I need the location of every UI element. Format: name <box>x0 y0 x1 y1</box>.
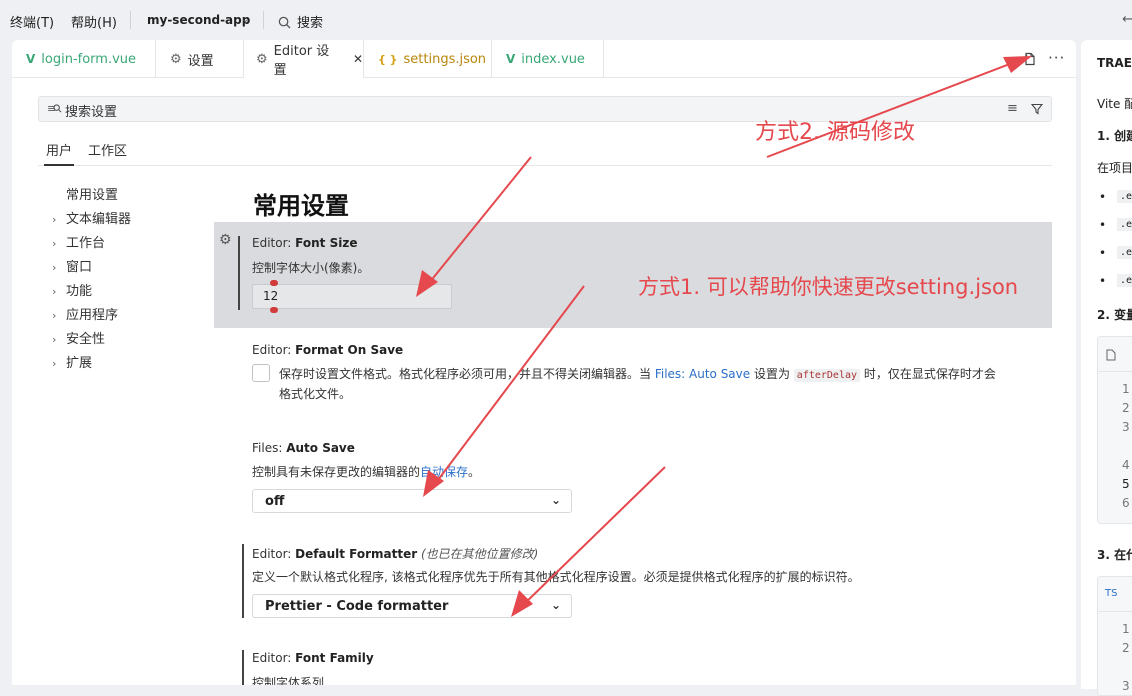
annotation-arrow <box>766 59 1021 158</box>
line-number: 1 <box>1122 382 1130 396</box>
line-number: 5 <box>1122 477 1130 491</box>
code-block: 1 2 3 4 5 6 <box>1097 336 1132 524</box>
code-divider <box>1098 611 1132 612</box>
bullet-dot: • <box>1099 218 1107 232</box>
annotation-arrow <box>431 285 585 489</box>
code-block: TS 1 2 3 <box>1097 576 1132 696</box>
annotation-arrows <box>416 56 1032 617</box>
bullet-dot: • <box>1099 274 1107 288</box>
bullet-dot: • <box>1099 190 1107 204</box>
bullet-code: .e <box>1117 274 1132 287</box>
bullet-code: .e <box>1117 190 1132 203</box>
bullet-dot: • <box>1099 246 1107 260</box>
panel-heading: 3. 在代 <box>1097 548 1132 562</box>
line-number: 3 <box>1122 679 1130 693</box>
line-number: 4 <box>1122 458 1130 472</box>
line-number: 3 <box>1122 420 1130 434</box>
annotation-arrow-head <box>423 470 444 497</box>
panel-text: Vite 配 <box>1097 97 1132 111</box>
panel-title: TRAE <box>1097 56 1132 70</box>
annotation-arrow <box>519 466 666 609</box>
line-number: 6 <box>1122 496 1130 510</box>
file-icon <box>1106 349 1116 361</box>
annotation-arrow-head <box>416 270 438 297</box>
bullet-code: .e <box>1117 218 1132 231</box>
code-divider <box>1098 371 1132 372</box>
panel-text: 在项目 <box>1097 161 1132 175</box>
line-number: 2 <box>1122 401 1130 415</box>
panel-heading: 2. 变量 <box>1097 308 1132 322</box>
annotation-arrow-head <box>1003 56 1032 73</box>
panel-heading: 1. 创建 <box>1097 129 1132 143</box>
line-number: 1 <box>1122 622 1130 636</box>
annotation-arrow <box>424 156 532 289</box>
annotation-arrow-head <box>511 590 533 617</box>
line-number: 2 <box>1122 641 1130 655</box>
bullet-code: .e <box>1117 246 1132 259</box>
ts-lang-badge: TS <box>1105 588 1118 599</box>
